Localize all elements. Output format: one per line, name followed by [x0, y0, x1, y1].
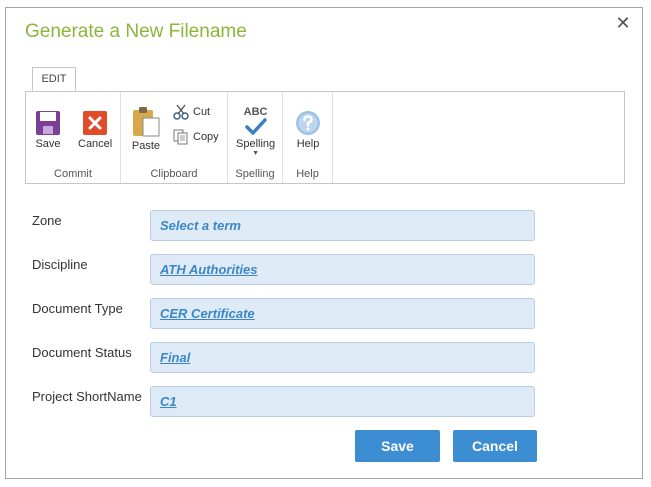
ribbon-copy-label: Copy [193, 131, 219, 143]
save-button[interactable]: Save [355, 430, 440, 462]
scissors-icon [173, 104, 189, 120]
ribbon-save-button[interactable]: Save [35, 110, 61, 150]
ribbon-help-button[interactable]: Help [295, 110, 321, 150]
discipline-label: Discipline [32, 257, 88, 272]
dialog-title: Generate a New Filename [25, 21, 247, 42]
project-shortname-input[interactable]: C1 [150, 386, 535, 417]
group-label-help: Help [296, 168, 319, 180]
ribbon-group-spelling: ABC Spelling ▼ Spelling [228, 92, 283, 183]
copy-icon [173, 129, 188, 145]
ribbon-group-commit: Save Cancel Commit [26, 92, 121, 183]
discipline-input[interactable]: ATH Authorities [150, 254, 535, 285]
project-shortname-label: Project ShortName [32, 389, 142, 404]
zone-label: Zone [32, 213, 62, 228]
group-label-clipboard: Clipboard [150, 168, 198, 180]
clipboard-paste-icon [133, 107, 160, 137]
close-icon[interactable]: ✕ [614, 13, 632, 33]
ribbon-paste-label: Paste [131, 140, 161, 152]
group-label-commit: Commit [54, 168, 92, 180]
ribbon-save-label: Save [35, 138, 61, 150]
chevron-down-icon: ▼ [252, 150, 260, 157]
document-status-input[interactable]: Final [150, 342, 535, 373]
document-status-label: Document Status [32, 345, 132, 360]
ribbon-cancel-button[interactable]: Cancel [78, 110, 112, 150]
document-type-label: Document Type [32, 301, 123, 316]
ribbon-cut-button[interactable]: Cut [173, 104, 210, 120]
document-type-input[interactable]: CER Certificate [150, 298, 535, 329]
ribbon-cut-label: Cut [193, 106, 211, 118]
ribbon-group-help: Help Help [283, 92, 333, 183]
ribbon-spelling-label: Spelling [236, 138, 276, 150]
cancel-button[interactable]: Cancel [453, 430, 537, 462]
help-question-icon [296, 111, 320, 135]
ribbon-help-label: Help [296, 138, 320, 150]
tab-edit[interactable]: EDIT [32, 67, 76, 91]
ribbon-paste-button[interactable]: Paste [131, 106, 161, 152]
generate-filename-dialog: Generate a New Filename ✕ EDIT Save Canc… [5, 7, 643, 479]
ribbon-toolbar: Save Cancel Commit Paste Cut Copy Clipbo… [25, 91, 625, 184]
cancel-x-icon [83, 111, 108, 135]
ribbon-group-clipboard: Paste Cut Copy Clipboard [121, 92, 228, 183]
spell-check-icon: ABC [244, 106, 268, 136]
group-label-spelling: Spelling [235, 168, 275, 180]
spelling-abc-text: ABC [243, 106, 268, 118]
ribbon-copy-button[interactable]: Copy [173, 129, 219, 145]
ribbon-spelling-button[interactable]: ABC Spelling ▼ [236, 106, 275, 158]
ribbon-cancel-label: Cancel [78, 138, 113, 150]
zone-input[interactable]: Select a term [150, 210, 535, 241]
floppy-disk-icon [36, 111, 60, 135]
